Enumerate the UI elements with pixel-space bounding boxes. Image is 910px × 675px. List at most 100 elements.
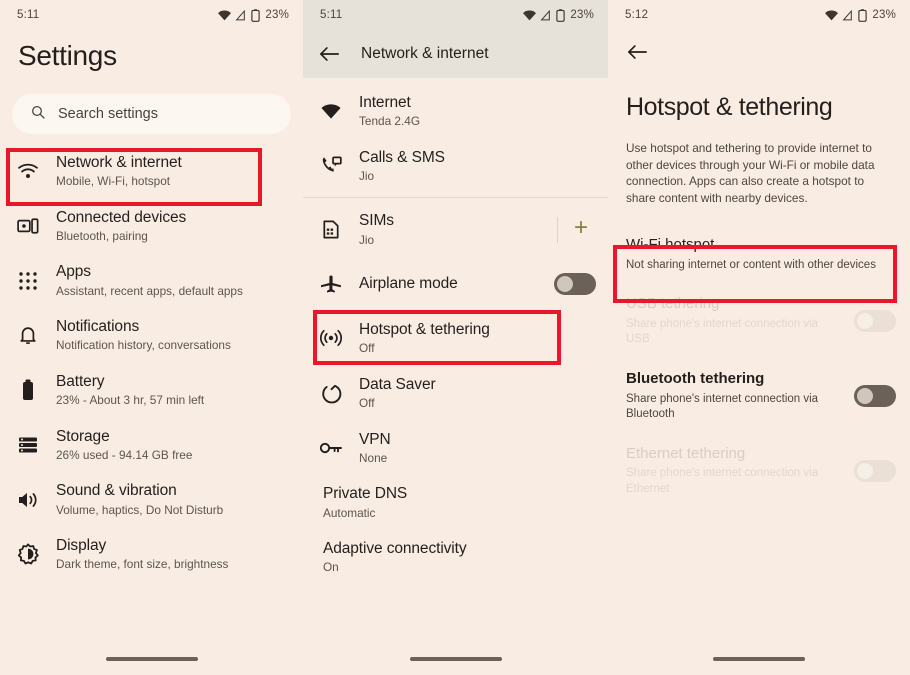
nav-indicator <box>409 657 502 661</box>
list-item-vpn[interactable]: VPN None <box>303 421 608 476</box>
signal-status-icon <box>540 9 552 21</box>
sidebar-item-apps[interactable]: Apps Assistant, recent apps, default app… <box>0 253 303 308</box>
item-title: Network & internet <box>56 154 182 171</box>
status-bar: 5:11 23% <box>0 0 303 30</box>
brightness-icon <box>0 543 56 565</box>
wifi-status-icon <box>523 9 537 21</box>
network-list: Internet Tenda 2.4G Calls & SMS Jio SIMs… <box>303 78 608 585</box>
calls-sms-icon <box>303 156 359 176</box>
settings-screen: 5:11 23% Settings Search settings Networ… <box>0 0 303 675</box>
sim-card-icon <box>303 219 359 240</box>
sidebar-item-storage[interactable]: Storage 26% used - 94.14 GB free <box>0 418 303 473</box>
item-title: Adaptive connectivity <box>323 539 467 557</box>
status-icons: 23% <box>523 8 594 22</box>
list-item-airplane-mode[interactable]: Airplane mode <box>303 257 608 311</box>
item-title: Sound & vibration <box>56 482 177 500</box>
add-sim-trailing: + <box>549 216 596 243</box>
battery-icon <box>0 379 56 401</box>
data-saver-icon <box>303 383 359 404</box>
bluetooth-tethering-toggle[interactable] <box>854 385 896 408</box>
item-title: Internet <box>359 94 411 111</box>
item-title: Airplane mode <box>359 275 458 293</box>
bell-icon <box>0 325 56 345</box>
toggle-knob <box>557 276 573 293</box>
list-divider <box>303 197 608 199</box>
hotspot-tethering-screen: 5:12 23% Hotspot & tethering Use hotspot… <box>608 0 910 675</box>
item-subtitle: Bluetooth, pairing <box>56 229 148 244</box>
signal-status-icon <box>235 9 247 21</box>
settings-list: Network & internet Mobile, Wi-Fi, hotspo… <box>0 134 303 582</box>
status-time: 5:11 <box>17 9 40 21</box>
list-item-bluetooth-tethering[interactable]: Bluetooth tethering Share phone's intern… <box>608 359 910 434</box>
item-title: Battery <box>56 372 105 390</box>
ethernet-tethering-toggle <box>854 459 896 482</box>
app-bar-title: Network & internet <box>361 45 489 62</box>
tethering-list: Wi-Fi hotspot Not sharing internet or co… <box>608 207 910 509</box>
airplane-mode-toggle[interactable] <box>554 273 596 296</box>
add-sim-button[interactable]: + <box>574 216 596 243</box>
back-button[interactable] <box>608 30 910 65</box>
sidebar-item-display[interactable]: Display Dark theme, font size, brightnes… <box>0 527 303 582</box>
item-title: Data Saver <box>359 375 436 393</box>
battery-percent: 23% <box>265 9 289 21</box>
list-item-wifi-hotspot[interactable]: Wi-Fi hotspot Not sharing internet or co… <box>608 225 910 284</box>
page-description: Use hotspot and tethering to provide int… <box>626 140 875 205</box>
status-bar: 5:11 23% <box>303 0 608 30</box>
item-title: Bluetooth tethering <box>626 369 765 387</box>
status-icons: 23% <box>825 8 896 22</box>
toggle-knob <box>857 313 873 330</box>
item-subtitle: 26% used - 94.14 GB free <box>56 447 193 462</box>
item-title: Calls & SMS <box>359 148 445 166</box>
item-subtitle: Off <box>359 341 375 356</box>
item-subtitle: Share phone's internet connection via Et… <box>626 467 819 495</box>
sidebar-item-connected-devices[interactable]: Connected devices Bluetooth, pairing <box>0 199 303 254</box>
item-title: Private DNS <box>323 485 408 503</box>
sidebar-item-battery[interactable]: Battery 23% - About 3 hr, 57 min left <box>0 363 303 418</box>
item-subtitle: Share phone's internet connection via US… <box>626 317 819 346</box>
item-title: Hotspot & tethering <box>359 321 490 339</box>
item-subtitle: Tenda 2.4G <box>359 114 420 129</box>
list-item-hotspot-tethering[interactable]: Hotspot & tethering Off <box>303 311 608 366</box>
battery-percent: 23% <box>872 9 896 21</box>
item-subtitle: Jio <box>359 232 375 247</box>
status-icons: 23% <box>218 8 289 22</box>
back-arrow-icon[interactable] <box>320 46 339 62</box>
sidebar-item-notifications[interactable]: Notifications Notification history, conv… <box>0 308 303 363</box>
back-arrow-icon <box>628 45 647 64</box>
signal-status-icon <box>842 9 854 21</box>
battery-status-icon <box>556 8 566 22</box>
page-title: Hotspot & tethering <box>626 93 833 121</box>
app-bar: Network & internet <box>303 30 608 78</box>
search-input[interactable]: Search settings <box>12 94 291 134</box>
status-time: 5:11 <box>320 9 343 21</box>
search-icon <box>30 104 46 125</box>
status-bar: 5:12 23% <box>608 0 910 30</box>
sidebar-item-network-internet[interactable]: Network & internet Mobile, Wi-Fi, hotspo… <box>0 144 303 199</box>
nav-indicator <box>713 657 805 661</box>
airplane-toggle-wrap <box>546 273 596 296</box>
item-title: Connected devices <box>56 208 187 226</box>
item-subtitle: Notification history, conversations <box>56 338 231 353</box>
list-item-data-saver[interactable]: Data Saver Off <box>303 366 608 421</box>
list-item-ethernet-tethering: Ethernet tethering Share phone's interne… <box>608 434 910 509</box>
wifi-status-icon <box>218 9 232 21</box>
list-item-adaptive-connectivity[interactable]: Adaptive connectivity On <box>303 530 608 585</box>
item-subtitle: Mobile, Wi-Fi, hotspot <box>56 174 171 189</box>
vertical-divider <box>556 216 558 243</box>
nav-indicator <box>105 657 198 661</box>
battery-percent: 23% <box>570 9 594 21</box>
list-item-sims[interactable]: SIMs Jio + <box>303 202 608 257</box>
sidebar-item-sound-vibration[interactable]: Sound & vibration Volume, haptics, Do No… <box>0 472 303 527</box>
item-title: Display <box>56 536 107 554</box>
item-title: Ethernet tethering <box>626 444 746 462</box>
toggle-knob <box>857 462 873 479</box>
item-subtitle: Assistant, recent apps, default apps <box>56 283 243 298</box>
list-item-private-dns[interactable]: Private DNS Automatic <box>303 475 608 530</box>
list-item-internet[interactable]: Internet Tenda 2.4G <box>303 84 608 139</box>
item-title: USB tethering <box>626 295 720 313</box>
battery-status-icon <box>858 8 868 22</box>
item-subtitle: 23% - About 3 hr, 57 min left <box>56 393 205 408</box>
item-title: Storage <box>56 427 110 445</box>
item-subtitle: Automatic <box>323 505 376 520</box>
list-item-calls-sms[interactable]: Calls & SMS Jio <box>303 139 608 194</box>
